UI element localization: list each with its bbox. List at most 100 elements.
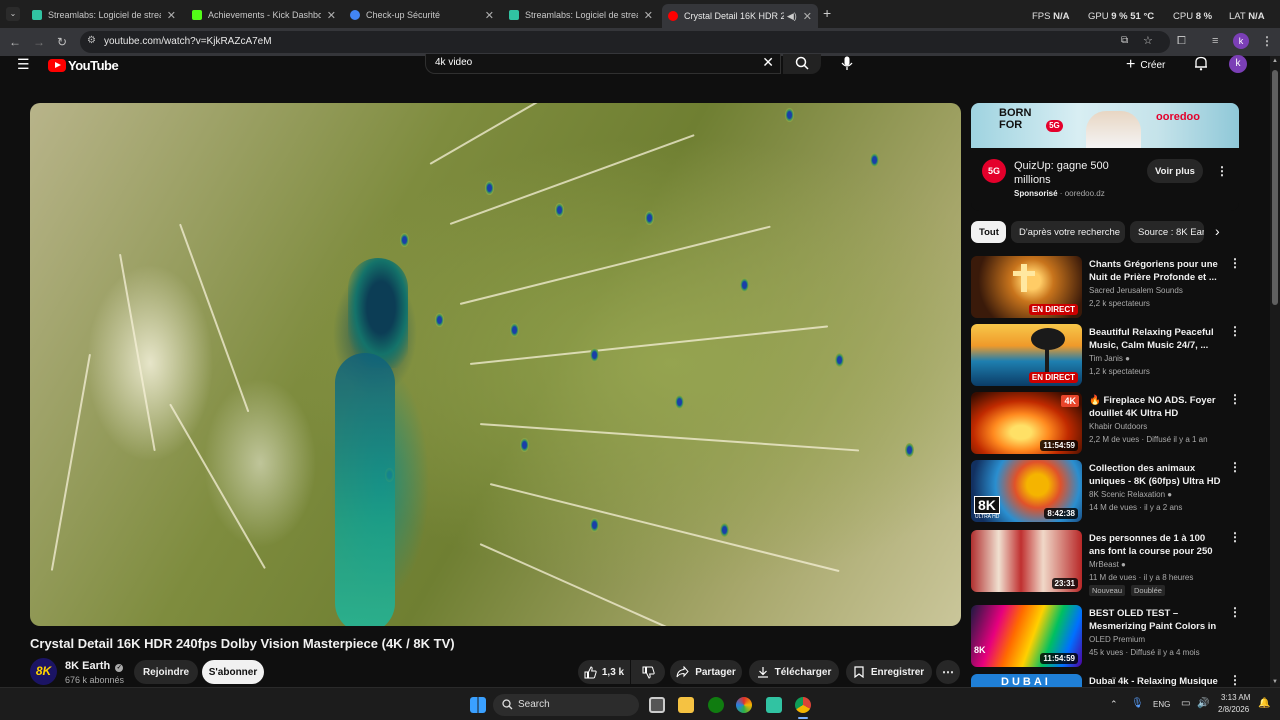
windows-start-icon[interactable] <box>470 697 486 713</box>
browser-tab-streamlabs-1[interactable]: Streamlabs: Logiciel de stream ✕ <box>26 4 182 26</box>
join-button[interactable]: Rejoindre <box>134 660 198 684</box>
subscribe-button[interactable]: S'abonner <box>202 660 264 684</box>
video-thumbnail[interactable]: 8K 11:54:59 <box>971 605 1082 667</box>
video-options-icon[interactable]: ⋮ <box>1229 531 1241 543</box>
search-button[interactable] <box>783 54 821 74</box>
scroll-down-arrow-icon[interactable]: ▼ <box>1272 679 1278 685</box>
xbox-icon[interactable] <box>708 697 724 713</box>
recommended-video[interactable]: 8K ULTRA HD 8:42:38 Collection des anima… <box>971 460 1241 522</box>
ad-banner-image[interactable]: BORN FOR 5G ooredoo <box>971 103 1239 148</box>
install-app-icon[interactable]: ⧉ <box>1121 35 1128 46</box>
recommended-title[interactable]: Des personnes de 1 à 100 ans font la cou… <box>1089 532 1221 558</box>
recommended-title[interactable]: Collection des animaux uniques - 8K (60f… <box>1089 462 1221 488</box>
video-thumbnail[interactable]: DUBAI <box>971 674 1082 687</box>
chips-next-arrow-icon[interactable]: › <box>1215 223 1220 239</box>
close-tab-icon[interactable]: ✕ <box>644 9 653 22</box>
network-icon[interactable]: ▭ <box>1181 698 1190 709</box>
extensions-icon[interactable]: ⧠ <box>1177 35 1186 48</box>
download-button[interactable]: Télécharger <box>749 660 839 684</box>
scroll-up-arrow-icon[interactable]: ▲ <box>1272 58 1278 64</box>
streamlabs-taskbar-icon[interactable] <box>766 697 782 713</box>
clock-date[interactable]: 2/8/2026 <box>1218 705 1249 714</box>
recommended-title[interactable]: BEST OLED TEST – Mesmerizing Paint Color… <box>1089 607 1221 633</box>
notifications-bell-icon[interactable] <box>1194 56 1208 71</box>
chrome-taskbar-icon[interactable] <box>795 697 811 713</box>
reading-list-icon[interactable]: ≡ <box>1212 35 1218 47</box>
like-button[interactable]: 1,3 k <box>578 660 630 684</box>
recommended-video[interactable]: EN DIRECT Beautiful Relaxing Peaceful Mu… <box>971 324 1241 386</box>
recommended-channel[interactable]: 8K Scenic Relaxation ● <box>1089 490 1172 499</box>
browser-tab-kick[interactable]: Achievements - Kick Dashboard ✕ <box>186 4 342 26</box>
youtube-account-avatar[interactable]: k <box>1229 55 1247 73</box>
language-indicator[interactable]: ENG <box>1153 700 1170 709</box>
channel-avatar[interactable]: 8K <box>30 658 57 685</box>
sponsored-ad-card[interactable]: BORN FOR 5G ooredoo 5G QuizUp: gagne 500… <box>971 103 1239 211</box>
recommended-video[interactable]: EN DIRECT Chants Grégoriens pour une Nui… <box>971 256 1241 318</box>
video-thumbnail[interactable]: 23:31 <box>971 530 1082 592</box>
recommended-title[interactable]: Chants Grégoriens pour une Nuit de Prièr… <box>1089 258 1221 284</box>
page-scrollbar[interactable]: ▲ ▼ <box>1270 56 1280 687</box>
ad-cta-button[interactable]: Voir plus <box>1147 159 1203 183</box>
save-button[interactable]: Enregistrer <box>846 660 932 684</box>
volume-icon[interactable]: 🔊 <box>1197 698 1209 709</box>
notification-bell-icon[interactable]: 🔔 <box>1258 698 1270 709</box>
recommended-video[interactable]: 4K 11:54:59 🔥 Fireplace NO ADS. Foyer do… <box>971 392 1241 454</box>
recommended-channel[interactable]: MrBeast ● <box>1089 560 1126 569</box>
close-tab-icon[interactable]: ✕ <box>167 9 176 22</box>
recommended-channel[interactable]: OLED Premium <box>1089 635 1145 644</box>
video-options-icon[interactable]: ⋮ <box>1229 393 1241 405</box>
more-actions-button[interactable]: ⋯ <box>936 660 960 684</box>
forward-icon[interactable]: → <box>33 35 45 49</box>
youtube-logo[interactable]: YouTube <box>48 58 119 73</box>
browser-tab-youtube-active[interactable]: Crystal Detail 16K HDR 240 ◀) ✕ <box>662 4 818 28</box>
recommended-channel[interactable]: Khabir Outdoors <box>1089 422 1147 431</box>
speaker-icon[interactable]: ◀) <box>787 11 797 22</box>
tray-overflow-icon[interactable]: ⌃ <box>1110 699 1118 710</box>
video-player[interactable] <box>30 103 961 626</box>
video-options-icon[interactable]: ⋮ <box>1229 461 1241 473</box>
clock-time[interactable]: 3:13 AM <box>1221 693 1250 702</box>
video-options-icon[interactable]: ⋮ <box>1229 674 1241 686</box>
recommended-title[interactable]: Beautiful Relaxing Peaceful Music, Calm … <box>1089 326 1221 352</box>
video-options-icon[interactable]: ⋮ <box>1229 257 1241 269</box>
new-tab-button[interactable]: + <box>823 5 831 21</box>
chip-all[interactable]: Tout <box>971 221 1006 243</box>
browser-menu-icon[interactable]: ⋮ <box>1261 34 1273 48</box>
url-field[interactable]: ⚙ youtube.com/watch?v=KjkRAZcA7eM ⧉ ☆ <box>80 31 1170 53</box>
bookmark-star-icon[interactable]: ☆ <box>1143 34 1153 47</box>
scrollbar-thumb[interactable] <box>1272 70 1278 305</box>
taskbar-search[interactable]: Search <box>493 694 639 716</box>
browser-tab-security[interactable]: Check-up Sécurité ✕ <box>344 4 500 26</box>
ad-more-options-icon[interactable]: ⋮ <box>1216 165 1228 177</box>
microphone-tray-icon[interactable]: 🎙 <box>1131 698 1144 709</box>
advertiser-avatar[interactable]: 5G <box>982 159 1006 183</box>
browser-tab-streamlabs-2[interactable]: Streamlabs: Logiciel de stream ✕ <box>503 4 659 26</box>
recommended-channel[interactable]: Sacred Jerusalem Sounds <box>1089 286 1183 295</box>
share-button[interactable]: Partager <box>670 660 742 684</box>
back-icon[interactable]: ← <box>9 35 21 49</box>
video-options-icon[interactable]: ⋮ <box>1229 606 1241 618</box>
ad-title[interactable]: QuizUp: gagne 500 millions <box>1014 159 1134 187</box>
video-options-icon[interactable]: ⋮ <box>1229 325 1241 337</box>
channel-name[interactable]: 8K Earth ✓ <box>65 660 124 672</box>
reload-icon[interactable]: ↻ <box>57 35 67 49</box>
close-tab-icon[interactable]: ✕ <box>803 10 812 23</box>
dislike-button[interactable] <box>631 660 665 684</box>
recommended-channel[interactable]: Tim Janis ● <box>1089 354 1130 363</box>
colorful-app-icon[interactable] <box>736 697 752 713</box>
recommended-video[interactable]: DUBAI Dubaï 4k - Relaxing Musique ⋮ <box>971 674 1241 687</box>
file-explorer-icon[interactable] <box>678 697 694 713</box>
video-thumbnail[interactable]: EN DIRECT <box>971 256 1082 318</box>
close-tab-icon[interactable]: ✕ <box>485 9 494 22</box>
recommended-title[interactable]: Dubaï 4k - Relaxing Musique <box>1089 675 1221 687</box>
browser-profile-avatar[interactable]: k <box>1233 33 1249 49</box>
chip-related-search[interactable]: D'après votre recherche <box>1011 221 1125 243</box>
hamburger-menu-icon[interactable]: ☰ <box>17 56 30 73</box>
close-tab-icon[interactable]: ✕ <box>327 9 336 22</box>
create-button[interactable]: + Créer <box>1126 56 1165 74</box>
video-thumbnail[interactable]: 8K ULTRA HD 8:42:38 <box>971 460 1082 522</box>
video-thumbnail[interactable]: EN DIRECT <box>971 324 1082 386</box>
microphone-icon[interactable] <box>841 56 853 71</box>
chip-source-channel[interactable]: Source : 8K Earth <box>1130 221 1204 243</box>
task-view-icon[interactable] <box>649 697 665 713</box>
